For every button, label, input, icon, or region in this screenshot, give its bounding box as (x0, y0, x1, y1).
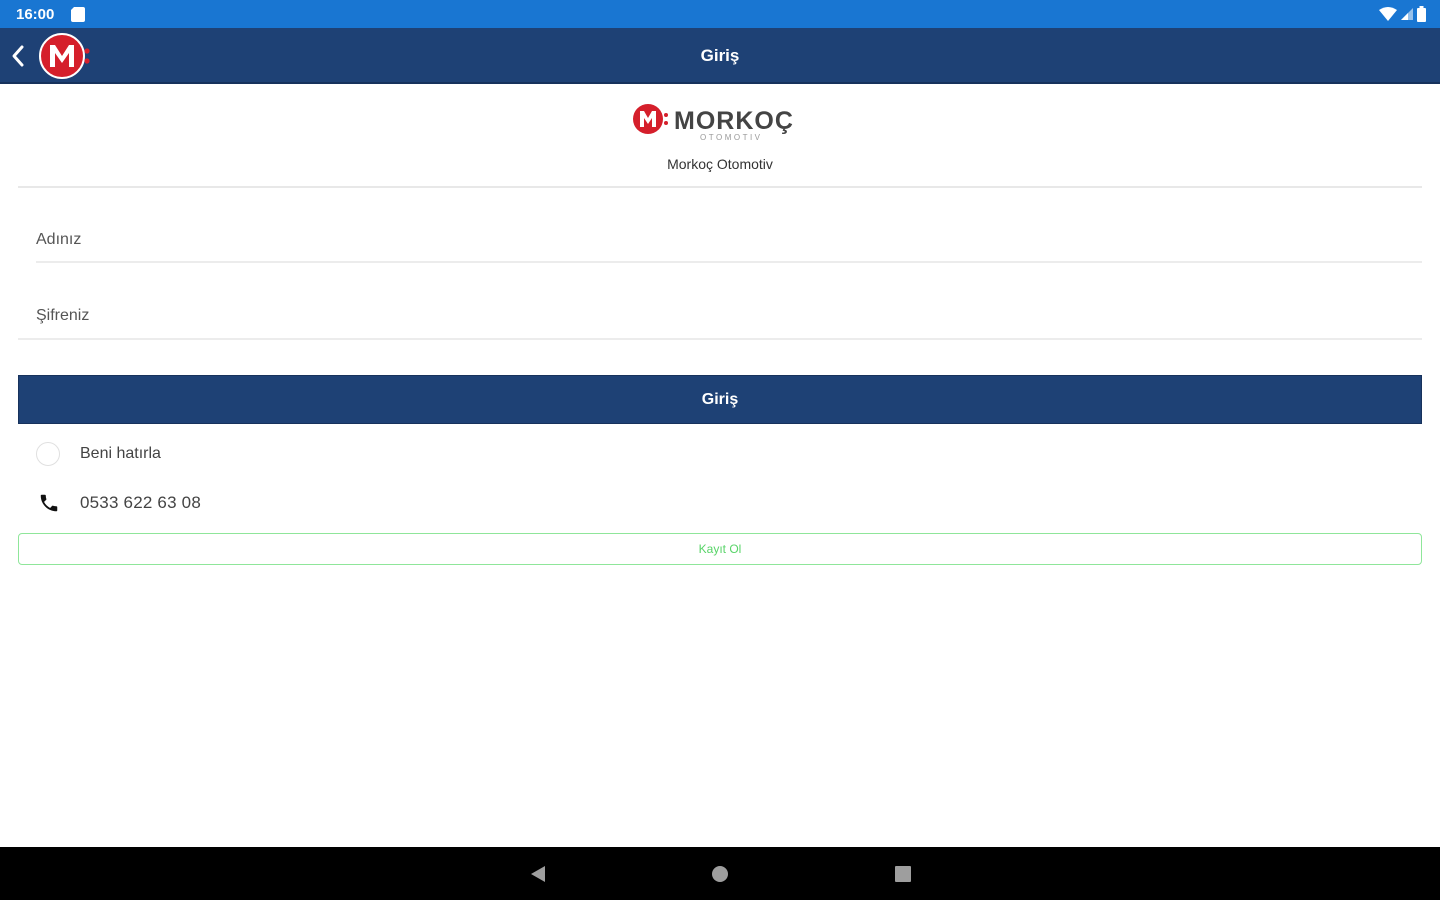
status-time: 16:00 (16, 6, 55, 23)
register-button[interactable]: Kayıt Ol (18, 533, 1422, 565)
status-icons (1379, 6, 1426, 22)
phone-row[interactable]: 0533 622 63 08 (38, 491, 201, 515)
logo-subtext: OTOMOTIV (700, 133, 763, 142)
password-underline (18, 338, 1422, 340)
back-button[interactable] (4, 42, 32, 70)
divider (18, 186, 1422, 188)
remember-me-row[interactable]: Beni hatırla (36, 441, 161, 467)
brand-header: MORKOÇ OTOMOTIV Morkoç Otomotiv (0, 100, 1440, 172)
app-bar: Giriş (0, 28, 1440, 84)
company-name: Morkoç Otomotiv (667, 156, 773, 172)
square-recents-icon (895, 866, 911, 882)
phone-icon (40, 494, 58, 512)
username-input[interactable] (36, 218, 1422, 262)
password-input[interactable] (36, 294, 1422, 338)
password-field-container (36, 294, 1422, 338)
username-field-container (36, 218, 1422, 262)
signal-icon (1401, 8, 1413, 20)
username-underline (36, 261, 1422, 263)
battery-icon (1417, 6, 1426, 22)
circle-home-icon (712, 866, 728, 882)
morkoc-logo: MORKOÇ OTOMOTIV (633, 104, 794, 142)
nav-back-button[interactable] (525, 861, 551, 887)
nav-home-button[interactable] (707, 861, 733, 887)
navigation-bar (0, 847, 1440, 900)
logo-text: MORKOÇ (674, 107, 794, 135)
chevron-left-icon (12, 45, 24, 67)
phone-number: 0533 622 63 08 (80, 493, 201, 512)
remember-me-label: Beni hatırla (80, 445, 161, 462)
wifi-icon (1379, 7, 1397, 21)
remember-me-radio[interactable] (36, 442, 60, 466)
sd-card-icon (71, 7, 85, 22)
page-title: Giriş (700, 46, 740, 65)
nav-recents-button[interactable] (890, 861, 916, 887)
app-logo-icon (39, 33, 90, 79)
status-bar: 16:00 (0, 0, 1440, 28)
triangle-back-icon (531, 866, 545, 882)
login-button[interactable]: Giriş (18, 375, 1422, 424)
